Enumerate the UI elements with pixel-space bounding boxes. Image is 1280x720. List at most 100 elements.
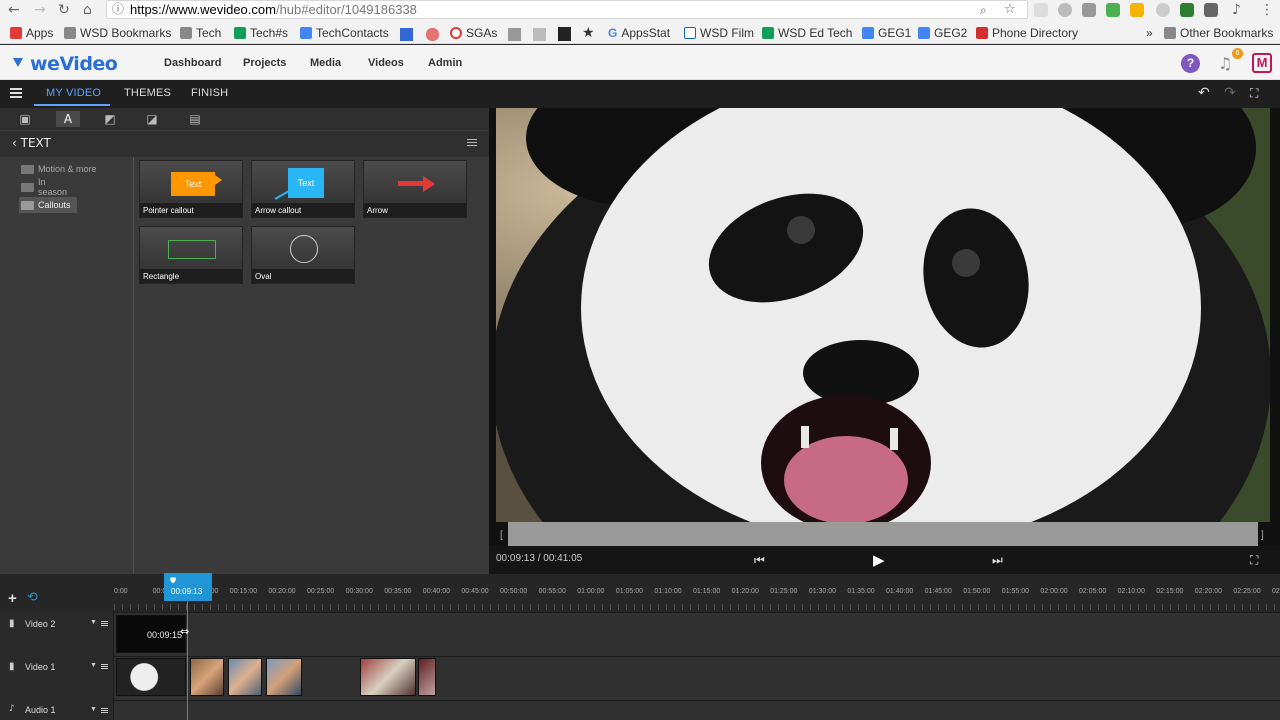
extension-icon[interactable]: [1058, 3, 1072, 17]
menu-videos[interactable]: Videos: [368, 57, 404, 69]
category-callouts[interactable]: Callouts: [19, 197, 77, 213]
video-clip[interactable]: [228, 658, 262, 696]
skip-back-icon[interactable]: ⏮: [754, 553, 765, 568]
preview-frame[interactable]: [496, 108, 1270, 522]
track-menu-icon[interactable]: [101, 708, 108, 709]
ruler-tick-label: 02:00:00: [1040, 588, 1068, 595]
bell-icon[interactable]: ♪: [1232, 2, 1241, 18]
card-arrow[interactable]: Arrow: [363, 160, 467, 218]
category-in-season[interactable]: In season: [19, 177, 77, 197]
skip-forward-icon[interactable]: ⏭: [992, 553, 1003, 568]
home-icon[interactable]: ⌂: [83, 2, 92, 18]
card-arrow-callout[interactable]: Text Arrow callout: [251, 160, 355, 218]
back-icon[interactable]: ←: [8, 2, 20, 18]
playhead-marker[interactable]: ⛊ 00:09:13: [164, 573, 212, 601]
tab-themes[interactable]: THEMES: [124, 87, 171, 99]
url-text[interactable]: https://www.wevideo.com/hub#editor/10491…: [130, 2, 417, 17]
bookmark-label: SGAs: [466, 26, 498, 40]
track-menu-icon[interactable]: [101, 621, 108, 622]
graphics-tool-icon[interactable]: ◪: [140, 111, 164, 127]
star-icon[interactable]: ☆: [1004, 2, 1016, 18]
more-bookmarks-icon[interactable]: »: [1146, 26, 1153, 40]
bell-notification-icon[interactable]: ♫: [1218, 54, 1232, 73]
bookmark-icon[interactable]: [426, 28, 439, 41]
redo-icon[interactable]: ↷: [1224, 85, 1236, 101]
bookmark-item[interactable]: WSD Bookmarks: [64, 26, 171, 40]
video-clip[interactable]: [360, 658, 416, 696]
bookmark-item[interactable]: WSD Ed Tech: [762, 26, 852, 40]
forward-icon[interactable]: →: [34, 2, 46, 18]
video-clip-panda[interactable]: [116, 658, 186, 696]
help-icon[interactable]: ?: [1181, 54, 1200, 73]
playhead-line[interactable]: [187, 598, 188, 720]
bookmark-item[interactable]: Tech#s: [234, 26, 288, 40]
menu-dashboard[interactable]: Dashboard: [164, 57, 221, 69]
extension-icon[interactable]: [1106, 3, 1120, 17]
track-name[interactable]: Audio 1: [25, 705, 56, 715]
menu-media[interactable]: Media: [310, 57, 341, 69]
bookmark-item[interactable]: G AppsStat: [608, 26, 670, 40]
bookmark-icon[interactable]: [533, 28, 546, 41]
bookmark-icon[interactable]: [508, 28, 521, 41]
title-clip[interactable]: 00:09:15: [116, 615, 186, 653]
cast-icon[interactable]: [1034, 3, 1048, 17]
star-bookmark-icon[interactable]: ★: [582, 25, 595, 41]
video-clip[interactable]: [190, 658, 224, 696]
extension-icon[interactable]: [1204, 3, 1218, 17]
other-bookmarks[interactable]: Other Bookmarks: [1164, 26, 1273, 40]
track-name[interactable]: Video 2: [25, 619, 55, 629]
app-logo[interactable]: weVideo: [30, 53, 118, 75]
avatar[interactable]: M: [1252, 53, 1272, 73]
calendar-icon[interactable]: [400, 28, 413, 41]
transition-tool-icon[interactable]: ◩: [98, 111, 122, 127]
category-motion[interactable]: Motion & more: [19, 161, 115, 177]
bookmark-item[interactable]: WSD Film: [684, 26, 754, 40]
tinyurl-icon[interactable]: [558, 27, 571, 41]
extension-icon[interactable]: [1130, 3, 1144, 17]
extension-icon[interactable]: [1156, 3, 1170, 17]
bookmark-item[interactable]: Tech: [180, 26, 221, 40]
tab-my-video[interactable]: MY VIDEO: [46, 87, 101, 99]
undo-icon[interactable]: ↶: [1198, 85, 1210, 101]
text-section-title[interactable]: ‹ TEXT: [12, 136, 51, 150]
info-icon[interactable]: ⓘ: [112, 1, 124, 17]
list-view-icon[interactable]: [467, 139, 477, 140]
bookmark-item[interactable]: GEG2: [918, 26, 967, 40]
card-pointer-callout[interactable]: Text Pointer callout: [139, 160, 243, 218]
video-clip[interactable]: [418, 658, 436, 696]
media-folder-icon[interactable]: ▣: [13, 111, 37, 127]
video-clip[interactable]: [266, 658, 302, 696]
extension-icon[interactable]: [1082, 3, 1096, 17]
chevron-down-icon[interactable]: ▼: [90, 662, 97, 669]
bookmark-item[interactable]: SGAs: [450, 26, 497, 40]
bookmark-apps[interactable]: Apps: [10, 26, 53, 40]
add-track-icon[interactable]: +: [8, 590, 17, 607]
card-rectangle[interactable]: Rectangle: [139, 226, 243, 284]
chevron-down-icon[interactable]: ▼: [90, 706, 97, 713]
ripple-icon[interactable]: ⟲: [27, 590, 38, 605]
trim-bar[interactable]: [508, 522, 1258, 546]
menu-icon[interactable]: ⋮: [1260, 2, 1274, 18]
bookmark-item[interactable]: GEG1: [862, 26, 911, 40]
image-tool-icon[interactable]: ▤: [183, 111, 207, 127]
menu-admin[interactable]: Admin: [428, 57, 462, 69]
tab-finish[interactable]: FINISH: [191, 87, 228, 99]
extension-icon[interactable]: [1180, 3, 1194, 17]
reload-icon[interactable]: ↻: [58, 2, 70, 18]
trim-end-icon[interactable]: ]: [1261, 530, 1264, 541]
bookmark-item[interactable]: TechContacts: [300, 26, 389, 40]
play-icon[interactable]: ▶: [873, 551, 885, 569]
track-menu-icon[interactable]: [101, 664, 108, 665]
arrow-shaft-icon: [398, 181, 424, 186]
chevron-down-icon[interactable]: ▼: [90, 619, 97, 626]
fullscreen-icon[interactable]: ⛶: [1250, 86, 1258, 101]
text-tool-icon[interactable]: A: [56, 111, 80, 127]
hamburger-icon[interactable]: [10, 88, 22, 90]
expand-icon[interactable]: ⛶: [1250, 553, 1258, 568]
bookmark-item[interactable]: Phone Directory: [976, 26, 1078, 40]
track-name[interactable]: Video 1: [25, 662, 55, 672]
menu-projects[interactable]: Projects: [243, 57, 286, 69]
card-oval[interactable]: Oval: [251, 226, 355, 284]
trim-start-icon[interactable]: [: [500, 530, 503, 541]
zoom-icon[interactable]: ⌕: [980, 2, 987, 18]
